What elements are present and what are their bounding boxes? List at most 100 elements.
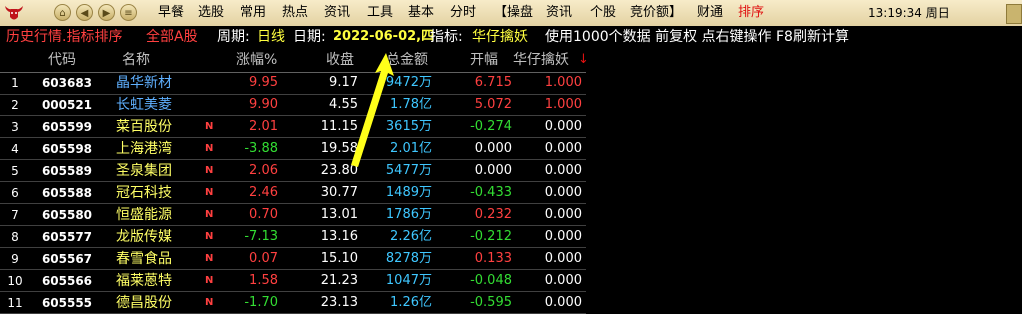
row-index: 10 — [7, 274, 23, 288]
menu-item[interactable]: 排序 — [738, 0, 764, 26]
open-change: -0.433 — [470, 185, 512, 200]
stock-name: 晶华新材 — [116, 75, 172, 91]
close-price: 19.58 — [320, 141, 358, 156]
header-change[interactable]: 涨幅% — [236, 50, 277, 70]
indicator-value[interactable]: 华仔擒妖 — [472, 26, 528, 48]
open-change: -0.595 — [470, 295, 512, 310]
change-percent: 9.95 — [249, 75, 278, 90]
header-indicator[interactable]: 华仔擒妖 — [513, 50, 569, 70]
indicator-value: 0.000 — [544, 229, 582, 244]
total-amount: 2.26亿 — [390, 229, 432, 244]
forward-icon[interactable]: ▶ — [98, 4, 115, 21]
row-index: 6 — [11, 186, 19, 200]
indicator-value: 0.000 — [544, 141, 582, 156]
indicator-value: 1.000 — [544, 75, 582, 90]
stock-code: 605566 — [41, 274, 93, 288]
indicator-label: 指标: — [430, 29, 463, 45]
indicator-value: 0.000 — [544, 273, 582, 288]
close-price: 13.16 — [320, 229, 358, 244]
header-name[interactable]: 名称 — [122, 50, 150, 70]
date-value[interactable]: 2022-06-02,四 — [333, 26, 434, 48]
market-scope[interactable]: 全部A股 — [146, 26, 198, 48]
row-index: 2 — [11, 98, 19, 112]
open-change: 0.000 — [474, 163, 512, 178]
change-percent: 2.01 — [249, 119, 278, 134]
indicator-value: 0.000 — [544, 185, 582, 200]
menu-item[interactable]: 分时 — [450, 0, 476, 26]
menu-item[interactable]: 选股 — [198, 0, 224, 26]
clock: 13:19:34 周日 — [868, 6, 950, 20]
change-percent: 0.70 — [249, 207, 278, 222]
header-code[interactable]: 代码 — [48, 50, 76, 70]
table-row[interactable]: 1 603683 晶华新材 9.95 9.17 9472万 6.715 1.000 — [0, 72, 1022, 95]
close-price: 30.77 — [320, 185, 358, 200]
menu-item[interactable]: 资讯 — [324, 0, 350, 26]
indicator-value: 0.000 — [544, 251, 582, 266]
menu-item[interactable]: 工具 — [367, 0, 393, 26]
table-row[interactable]: 10 605566 福莱蒽特 N 1.58 21.23 1047万 -0.048 0.000 — [0, 270, 1022, 292]
table-row[interactable]: 2 000521 长虹美菱 9.90 4.55 1.78亿 5.072 1.000 — [0, 94, 1022, 116]
new-flag-badge: N — [205, 297, 214, 308]
table-row[interactable]: 11 605555 德昌股份 N -1.70 23.13 1.26亿 -0.595 0.000 — [0, 292, 1022, 314]
total-amount: 9472万 — [385, 75, 432, 90]
row-index: 3 — [11, 120, 19, 134]
stock-name: 长虹美菱 — [116, 97, 172, 113]
row-index: 8 — [11, 230, 19, 244]
open-change: -0.212 — [470, 229, 512, 244]
header-close[interactable]: 收盘 — [326, 50, 354, 70]
table-row[interactable]: 9 605567 春雪食品 N 0.07 15.10 8278万 0.133 0.000 — [0, 248, 1022, 270]
menu-item[interactable]: 早餐 — [158, 0, 184, 26]
new-flag-badge: N — [205, 121, 214, 132]
open-change: -0.274 — [470, 119, 512, 134]
stock-name: 德昌股份 — [116, 295, 172, 311]
open-change: 5.072 — [474, 97, 512, 112]
stock-name: 龙版传媒 — [116, 229, 172, 245]
menu-item[interactable]: 个股 — [590, 0, 616, 26]
change-percent: -3.88 — [244, 141, 278, 156]
menu-item[interactable]: 基本 — [408, 0, 434, 26]
menu-item[interactable]: 财通 — [697, 0, 723, 26]
back-icon[interactable]: ◀ — [76, 4, 93, 21]
open-change: 6.715 — [474, 75, 512, 90]
stock-code: 605599 — [41, 120, 93, 134]
table-row[interactable]: 5 605589 圣泉集团 N 2.06 23.80 5477万 0.000 0.000 — [0, 160, 1022, 182]
collapse-icon[interactable]: ≡ — [120, 4, 137, 21]
table-row[interactable]: 8 605577 龙版传媒 N -7.13 13.16 2.26亿 -0.212 0.000 — [0, 226, 1022, 248]
stock-code: 605589 — [41, 164, 93, 178]
row-index: 4 — [11, 142, 19, 156]
window-button[interactable] — [1006, 4, 1022, 24]
header-amount[interactable]: 总金额 — [386, 50, 428, 70]
period-value[interactable]: 日线 — [257, 26, 285, 48]
home-icon[interactable]: ⌂ — [54, 4, 71, 21]
menu-item[interactable]: 资讯 — [546, 0, 572, 26]
total-amount: 2.01亿 — [390, 141, 432, 156]
change-percent: 2.06 — [249, 163, 278, 178]
header-open[interactable]: 开幅 — [470, 50, 498, 70]
new-flag-badge: N — [205, 143, 214, 154]
menu-item[interactable]: 竞价额】 — [630, 0, 682, 26]
table-row[interactable]: 7 605580 恒盛能源 N 0.70 13.01 1786万 0.232 0.000 — [0, 204, 1022, 226]
new-flag-badge: N — [205, 253, 214, 264]
stock-code: 605567 — [41, 252, 93, 266]
row-index: 7 — [11, 208, 19, 222]
close-price: 23.80 — [320, 163, 358, 178]
indicator-value: 0.000 — [544, 119, 582, 134]
stock-name: 圣泉集团 — [116, 163, 172, 179]
stock-name: 上海港湾 — [116, 141, 172, 157]
menu-item[interactable]: 【操盘 — [494, 0, 533, 26]
table-row[interactable]: 6 605588 冠石科技 N 2.46 30.77 1489万 -0.433 0.000 — [0, 182, 1022, 204]
open-change: 0.232 — [474, 207, 512, 222]
new-flag-badge: N — [205, 165, 214, 176]
info-bar: 历史行情.指标排序 全部A股 周期: 日线 日期: 2022-06-02,四 指… — [0, 26, 1022, 48]
menu-item[interactable]: 常用 — [240, 0, 266, 26]
table-row[interactable]: 3 605599 菜百股份 N 2.01 11.15 3615万 -0.274 0.000 — [0, 116, 1022, 138]
table-row[interactable]: 4 605598 上海港湾 N -3.88 19.58 2.01亿 0.000 0.000 — [0, 138, 1022, 160]
total-amount: 1.78亿 — [390, 97, 432, 112]
change-percent: 2.46 — [249, 185, 278, 200]
view-title: 历史行情.指标排序 — [6, 29, 123, 45]
stock-code: 603683 — [41, 76, 93, 90]
info-note: 使用1000个数据 前复权 点右键操作 F8刷新计算 — [545, 29, 849, 45]
total-amount: 1786万 — [385, 207, 432, 222]
close-price: 4.55 — [329, 97, 358, 112]
menu-item[interactable]: 热点 — [282, 0, 308, 26]
